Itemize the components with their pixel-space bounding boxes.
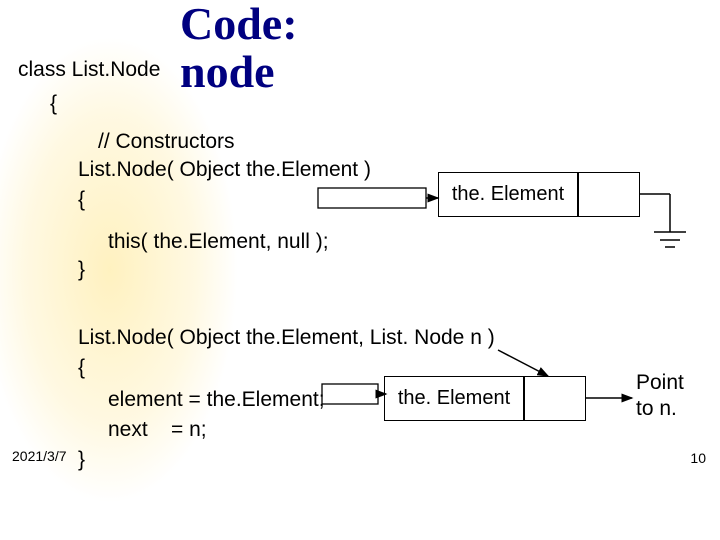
diagram2-cell2 [524,376,586,421]
slide-title: Code: node [180,0,298,97]
title-line2: node [180,46,275,97]
code-ctor1-close: } [78,258,85,282]
diagram1-cell1-label: the. Element [452,183,564,206]
annot-line1: Point [636,371,684,394]
code-ctor2-open: { [78,356,85,380]
code-ctor2-close: } [78,448,85,472]
annotation-point-to-n: Point to n. [636,370,684,423]
code-class-decl: class List.Node [18,58,160,82]
code-ctor1-open: { [78,188,85,212]
diagram2-cell1: the. Element [384,376,524,421]
code-ctor1-body: this( the.Element, null ); [108,230,329,254]
footer-page-number: 10 [690,450,706,466]
annot-line2: to n. [636,397,677,420]
ground-symbol [640,194,686,247]
code-ctor2-body1: element = the.Element; [108,388,325,412]
diagram1-cell1: the. Element [438,172,578,217]
code-ctor1-sig: List.Node( Object the.Element ) [78,158,371,182]
code-ctor2-sig: List.Node( Object the.Element, List. Nod… [78,326,495,350]
diagram1-cell2 [578,172,640,217]
code-ctor2-body2: next = n; [108,418,207,442]
code-comment: // Constructors [98,130,235,154]
arrow-rect-2 [322,384,378,404]
code-brace-open: { [50,92,57,116]
title-line1: Code: [180,0,298,49]
footer-date: 2021/3/7 [12,448,67,464]
arrow-rect-1 [318,188,426,208]
diagram2-cell1-label: the. Element [398,387,510,410]
arrow-3 [498,350,548,376]
